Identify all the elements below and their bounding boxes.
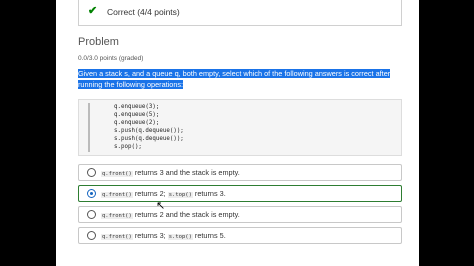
- option-code: q.front(): [101, 234, 133, 240]
- option-label: returns 2;: [132, 189, 168, 198]
- option-text: q.front() returns 3; s.top() returns 5.: [101, 231, 226, 240]
- option-label: returns 3.: [192, 189, 226, 198]
- points-label: 0.0/3.0 points (graded): [78, 55, 144, 62]
- answer-option-1[interactable]: q.front() returns 3 and the stack is emp…: [78, 164, 402, 181]
- option-label: returns 3;: [132, 231, 168, 240]
- option-label: returns 3 and the stack is empty.: [132, 168, 240, 177]
- question-text: Given a stack s, and a queue q, both emp…: [78, 69, 402, 90]
- code-line: q.enqueue(5);: [114, 112, 160, 118]
- radio-button[interactable]: [87, 210, 96, 219]
- radio-button-selected[interactable]: [87, 189, 96, 198]
- option-label: returns 2 and the stack is empty.: [132, 210, 240, 219]
- option-code: q.front(): [101, 192, 133, 198]
- answer-option-2[interactable]: q.front() returns 2; s.top() returns 3.: [78, 185, 402, 202]
- course-content-panel: ✔ Correct (4/4 points) Problem 0.0/3.0 p…: [56, 0, 419, 266]
- code-line: s.push(q.dequeue());: [114, 136, 184, 142]
- option-label: returns 5.: [192, 231, 226, 240]
- question-part: Given a stack: [78, 69, 125, 78]
- code-line: s.push(q.dequeue());: [114, 128, 184, 134]
- code-line: q.enqueue(3);: [114, 104, 160, 110]
- option-code: s.top(): [167, 234, 193, 240]
- mouse-cursor-icon: ↖: [156, 200, 166, 212]
- code-line: s.pop();: [114, 144, 142, 150]
- question-part: , and a queue: [127, 69, 175, 78]
- answer-option-4[interactable]: q.front() returns 3; s.top() returns 5.: [78, 227, 402, 244]
- checkmark-icon: ✔: [88, 5, 98, 17]
- option-text: q.front() returns 3 and the stack is emp…: [101, 168, 240, 177]
- problem-title: Problem: [78, 36, 119, 48]
- feedback-text: Correct (4/4 points): [107, 7, 180, 17]
- option-code: s.top(): [167, 192, 193, 198]
- code-line: q.enqueue(2);: [114, 120, 160, 126]
- answer-option-3[interactable]: q.front() returns 2 and the stack is emp…: [78, 206, 402, 223]
- option-text: q.front() returns 2 and the stack is emp…: [101, 210, 240, 219]
- option-code: q.front(): [101, 171, 133, 177]
- radio-button[interactable]: [87, 231, 96, 240]
- feedback-banner: ✔ Correct (4/4 points): [78, 0, 402, 26]
- option-code: q.front(): [101, 213, 133, 219]
- code-block: q.enqueue(3); q.enqueue(5); q.enqueue(2)…: [78, 99, 402, 156]
- radio-button[interactable]: [87, 168, 96, 177]
- option-text: q.front() returns 2; s.top() returns 3.: [101, 189, 226, 198]
